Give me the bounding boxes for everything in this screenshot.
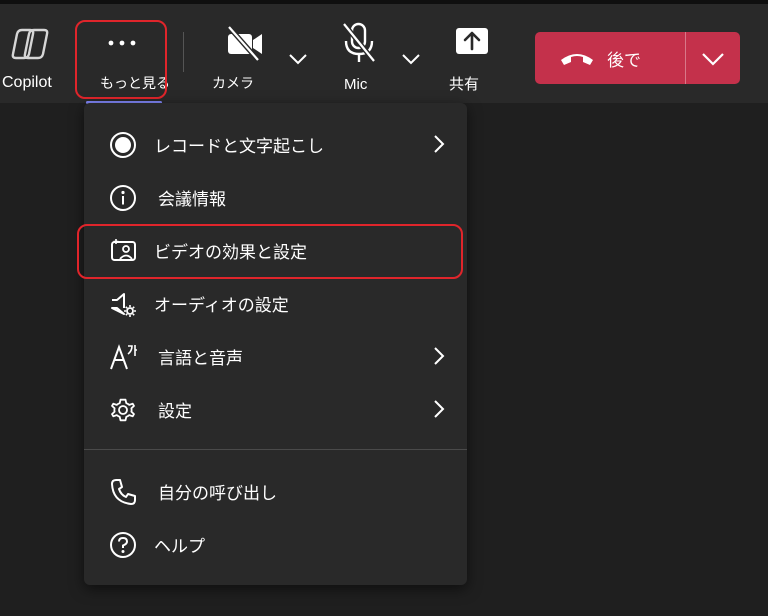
mic-off-icon [342, 22, 376, 63]
record-icon [110, 132, 136, 158]
menu-divider [84, 449, 467, 450]
chevron-down-icon [289, 54, 307, 65]
toolbar-divider [183, 32, 184, 72]
more-menu: レコードと文字起こし 会議情報 ビデオの効果と設定 オーディオの設定 言語と音声… [84, 103, 467, 585]
leave-button-group: 後で [535, 32, 740, 84]
meeting-toolbar: Copilot もっと見る カメラ Mic 共有 後で [0, 0, 768, 104]
speaker-settings-icon [111, 293, 136, 317]
menu-item-language-speech[interactable]: 言語と音声 [84, 330, 467, 382]
camera-button[interactable]: カメラ [205, 4, 280, 103]
info-icon [110, 185, 136, 211]
menu-item-meeting-info[interactable]: 会議情報 [84, 171, 467, 223]
more-button-highlight [75, 20, 167, 99]
menu-item-recording[interactable]: レコードと文字起こし [84, 118, 467, 170]
phone-icon [111, 479, 136, 505]
copilot-button[interactable]: Copilot [0, 4, 62, 103]
copilot-icon [11, 28, 49, 60]
chevron-right-icon [434, 400, 445, 418]
menu-item-label: レコードと文字起こし [154, 137, 324, 157]
language-icon [110, 344, 137, 370]
menu-item-label: オーディオの設定 [154, 296, 289, 316]
menu-item-label: 言語と音声 [158, 349, 243, 369]
menu-item-settings[interactable]: 設定 [84, 383, 467, 435]
camera-options-button[interactable] [284, 44, 312, 74]
camera-off-icon [227, 25, 262, 62]
copilot-label: Copilot [2, 74, 52, 91]
gear-icon [111, 398, 135, 422]
leave-label: 後で [607, 51, 641, 71]
camera-label: カメラ [212, 76, 254, 92]
video-effects-highlight [77, 224, 463, 279]
hang-up-icon [561, 54, 593, 65]
menu-item-help[interactable]: ヘルプ [84, 518, 467, 570]
leave-options-button[interactable] [686, 32, 740, 84]
menu-item-label: 会議情報 [158, 190, 226, 210]
chevron-down-icon [402, 54, 420, 65]
help-icon [110, 532, 136, 558]
share-icon [456, 28, 488, 54]
menu-item-label: 設定 [158, 402, 192, 422]
menu-item-call-me[interactable]: 自分の呼び出し [84, 465, 467, 517]
chevron-right-icon [434, 347, 445, 365]
mic-label: Mic [344, 76, 368, 93]
leave-button[interactable]: 後で [535, 32, 685, 84]
chevron-right-icon [434, 135, 445, 153]
mic-options-button[interactable] [397, 44, 425, 74]
menu-item-label: ヘルプ [154, 537, 205, 557]
menu-item-audio-settings[interactable]: オーディオの設定 [84, 277, 467, 329]
share-label: 共有 [449, 75, 480, 93]
menu-item-label: 自分の呼び出し [158, 484, 277, 504]
chevron-down-icon [702, 53, 724, 66]
